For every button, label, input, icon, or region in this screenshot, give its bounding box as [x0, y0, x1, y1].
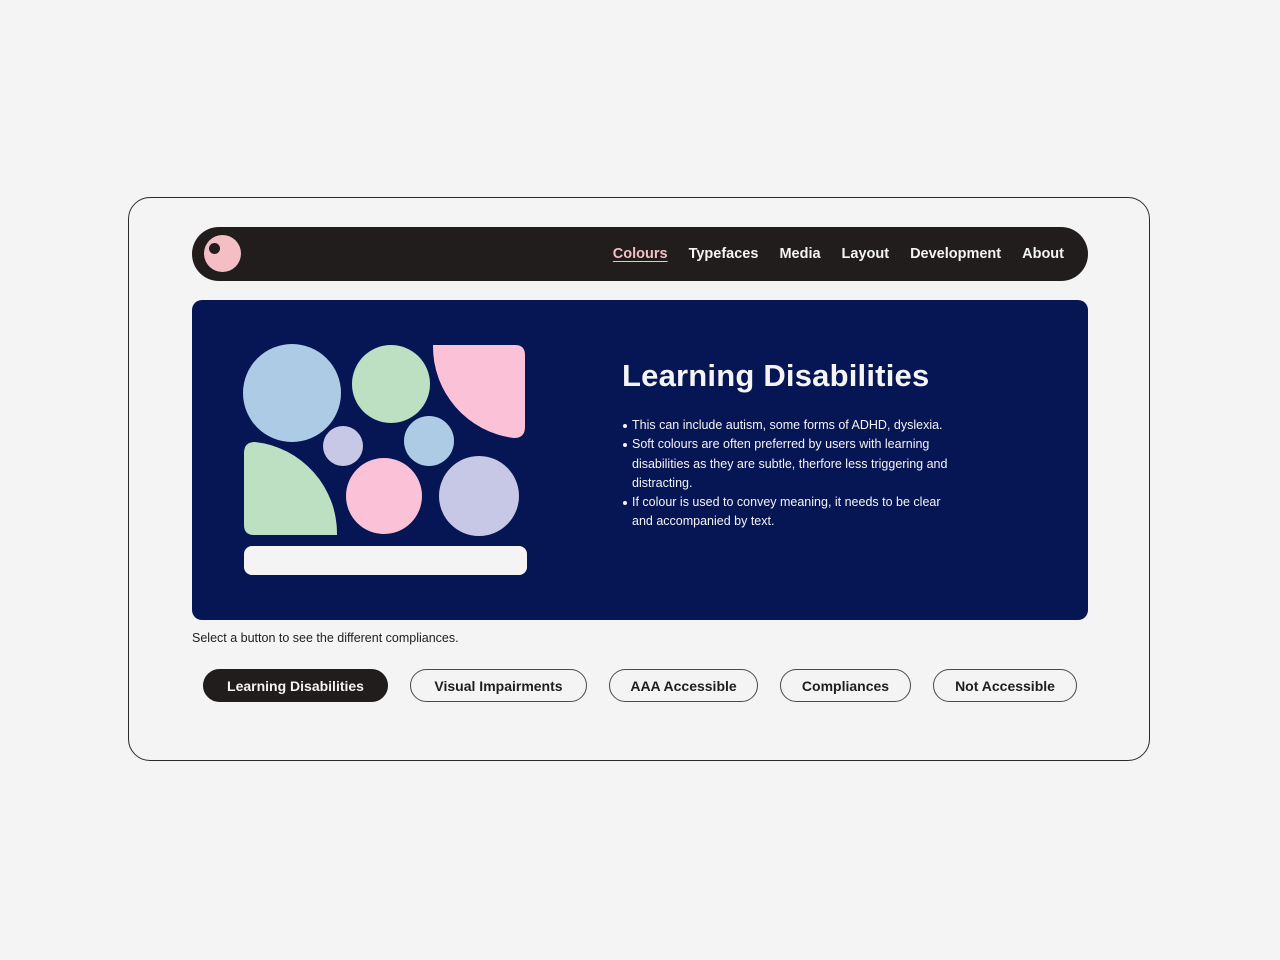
hero-bullet-list: This can include autism, some forms of A…: [622, 416, 952, 532]
nav-link-development[interactable]: Development: [910, 246, 1001, 262]
swatch-white-bar: [244, 546, 527, 575]
swatch-green-leaf: [244, 442, 338, 535]
swatch-lavender-small: [323, 426, 363, 466]
not-accessible-button[interactable]: Not Accessible: [933, 669, 1077, 702]
nav-link-colours[interactable]: Colours: [613, 246, 668, 262]
nav-link-typefaces[interactable]: Typefaces: [689, 246, 759, 262]
hero-text: Learning Disabilities This can include a…: [622, 358, 952, 532]
eye-logo-icon[interactable]: [204, 235, 241, 272]
instruction-text: Select a button to see the different com…: [192, 631, 459, 645]
nav-link-layout[interactable]: Layout: [842, 246, 890, 262]
hero-bullet: Soft colours are often preferred by user…: [623, 435, 952, 493]
swatch-blue-large: [243, 344, 341, 442]
aaa-accessible-button[interactable]: AAA Accessible: [609, 669, 758, 702]
nav-links: Colours Typefaces Media Layout Developme…: [613, 227, 1064, 281]
compliances-button[interactable]: Compliances: [780, 669, 911, 702]
navbar: Colours Typefaces Media Layout Developme…: [192, 227, 1088, 281]
nav-link-media[interactable]: Media: [779, 246, 820, 262]
hero-panel: Learning Disabilities This can include a…: [192, 300, 1088, 620]
hero-title: Learning Disabilities: [622, 358, 930, 393]
nav-link-about[interactable]: About: [1022, 246, 1064, 262]
visual-impairments-button[interactable]: Visual Impairments: [410, 669, 587, 702]
hero-bullet: This can include autism, some forms of A…: [623, 416, 952, 435]
colour-swatches-illustration: [243, 344, 527, 575]
swatch-green-circle: [352, 345, 430, 423]
logo-pupil: [209, 243, 220, 254]
learning-disabilities-button[interactable]: Learning Disabilities: [203, 669, 388, 702]
hero-bullet: If colour is used to convey meaning, it …: [623, 493, 952, 532]
swatch-pink-circle: [346, 458, 422, 534]
swatch-lavender-large: [439, 456, 519, 536]
swatch-blue-small: [404, 416, 454, 466]
